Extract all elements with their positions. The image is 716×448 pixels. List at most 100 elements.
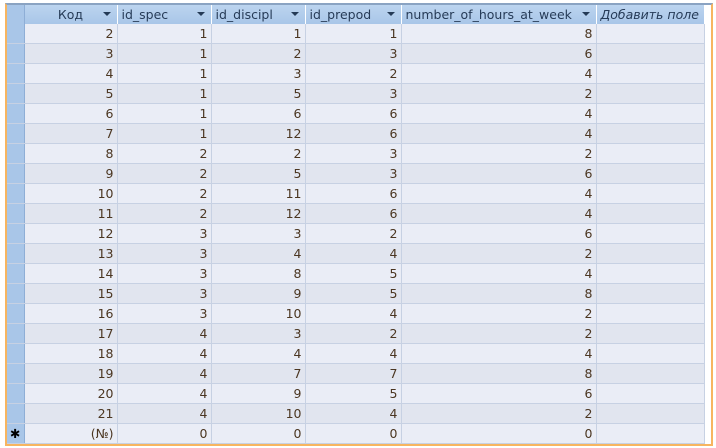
row-selector[interactable] (7, 263, 25, 284)
table-cell[interactable] (596, 243, 705, 264)
table-cell[interactable]: 3 (24, 43, 118, 64)
table-cell[interactable]: 2 (401, 303, 597, 324)
row-selector[interactable] (7, 83, 25, 104)
table-cell[interactable]: 5 (305, 283, 402, 304)
table-row[interactable]: 41324 (7, 63, 705, 84)
row-selector[interactable] (7, 63, 25, 84)
row-selector[interactable] (7, 143, 25, 164)
table-row[interactable]: 18 4 4 4 4 (7, 343, 705, 364)
row-selector[interactable] (7, 303, 25, 324)
table-cell[interactable]: 2 (211, 143, 306, 164)
table-cell[interactable]: 8 (401, 363, 597, 384)
chevron-down-icon[interactable] (102, 12, 111, 16)
column-header[interactable]: Добавить поле (596, 5, 705, 24)
table-cell[interactable]: 1 (211, 24, 306, 44)
table-row[interactable]: 13 3 4 4 2 (7, 243, 705, 264)
table-cell[interactable]: 1 (117, 123, 212, 144)
table-row[interactable]: 61664 (7, 103, 705, 124)
chevron-down-icon[interactable] (196, 12, 205, 16)
table-cell[interactable]: 2 (305, 223, 402, 244)
table-cell[interactable] (596, 403, 705, 424)
table-row[interactable]: 10 2 11 6 4 (7, 183, 705, 204)
table-cell[interactable] (596, 183, 705, 204)
table-cell[interactable]: (№) (24, 423, 118, 444)
table-cell[interactable]: 7 (211, 363, 306, 384)
table-cell[interactable]: 2 (305, 63, 402, 84)
table-cell[interactable]: 9 (211, 383, 306, 404)
table-cell[interactable]: 9 (24, 163, 118, 184)
chevron-down-icon[interactable] (581, 12, 590, 16)
table-cell[interactable]: 2 (211, 43, 306, 64)
table-cell[interactable]: 8 (401, 283, 597, 304)
table-cell[interactable]: 7 (305, 363, 402, 384)
row-selector[interactable] (7, 163, 25, 184)
table-cell[interactable]: 4 (305, 343, 402, 364)
table-cell[interactable]: 1 (117, 63, 212, 84)
table-cell[interactable]: 10 (211, 303, 306, 324)
chevron-down-icon[interactable] (386, 12, 395, 16)
table-cell[interactable]: 4 (305, 243, 402, 264)
row-selector[interactable] (7, 24, 25, 44)
table-row[interactable]: 17 4 3 2 2 (7, 323, 705, 344)
table-cell[interactable]: 3 (211, 63, 306, 84)
table-cell[interactable]: 0 (211, 423, 306, 444)
table-cell[interactable] (596, 263, 705, 284)
table-cell[interactable]: 0 (305, 423, 402, 444)
table-cell[interactable] (596, 223, 705, 244)
table-cell[interactable] (596, 283, 705, 304)
table-cell[interactable]: 3 (305, 43, 402, 64)
table-cell[interactable]: 4 (401, 63, 597, 84)
table-cell[interactable] (596, 103, 705, 124)
table-cell[interactable]: 12 (24, 223, 118, 244)
table-cell[interactable]: 20 (24, 383, 118, 404)
table-cell[interactable]: 6 (401, 383, 597, 404)
table-cell[interactable]: 6 (401, 223, 597, 244)
table-cell[interactable]: 12 (211, 203, 306, 224)
table-cell[interactable]: 7 (24, 123, 118, 144)
table-cell[interactable]: 1 (305, 24, 402, 44)
table-cell[interactable] (596, 203, 705, 224)
table-cell[interactable] (596, 83, 705, 104)
table-cell[interactable]: 4 (305, 403, 402, 424)
column-header[interactable]: number_of_hours_at_week (401, 5, 597, 24)
table-cell[interactable]: 2 (401, 143, 597, 164)
table-cell[interactable]: 4 (117, 403, 212, 424)
table-cell[interactable]: 21 (24, 403, 118, 424)
row-selector[interactable] (7, 223, 25, 244)
table-cell[interactable]: 5 (211, 83, 306, 104)
table-cell[interactable] (596, 423, 705, 444)
table-cell[interactable]: 3 (117, 243, 212, 264)
row-selector[interactable] (7, 43, 25, 64)
table-cell[interactable]: 12 (211, 123, 306, 144)
table-row[interactable]: 51532 (7, 83, 705, 104)
table-cell[interactable]: 3 (117, 283, 212, 304)
column-header[interactable]: Код (24, 5, 118, 24)
table-row[interactable]: 31236 (7, 43, 705, 64)
table-cell[interactable] (596, 343, 705, 364)
table-cell[interactable]: 11 (211, 183, 306, 204)
table-cell[interactable]: 1 (117, 103, 212, 124)
table-cell[interactable]: 4 (117, 323, 212, 344)
table-cell[interactable]: 2 (305, 323, 402, 344)
table-cell[interactable]: 2 (401, 83, 597, 104)
table-cell[interactable]: 4 (401, 183, 597, 204)
row-selector[interactable] (7, 243, 25, 264)
table-cell[interactable]: 5 (305, 263, 402, 284)
table-cell[interactable]: 6 (211, 103, 306, 124)
table-cell[interactable]: 3 (211, 323, 306, 344)
table-row[interactable]: 92536 (7, 163, 705, 184)
table-cell[interactable]: 6 (401, 163, 597, 184)
table-row[interactable]: 20 4 9 5 6 (7, 383, 705, 404)
table-row[interactable]: 16 3 10 4 2 (7, 303, 705, 324)
row-selector[interactable] (7, 103, 25, 124)
table-cell[interactable]: 2 (401, 323, 597, 344)
table-cell[interactable]: 1 (117, 43, 212, 64)
table-cell[interactable]: 3 (305, 163, 402, 184)
table-cell[interactable]: 8 (211, 263, 306, 284)
table-cell[interactable] (596, 24, 705, 44)
table-cell[interactable] (596, 363, 705, 384)
table-cell[interactable]: 5 (305, 383, 402, 404)
row-selector[interactable] (7, 123, 25, 144)
table-cell[interactable]: 3 (117, 263, 212, 284)
table-cell[interactable]: 2 (117, 163, 212, 184)
